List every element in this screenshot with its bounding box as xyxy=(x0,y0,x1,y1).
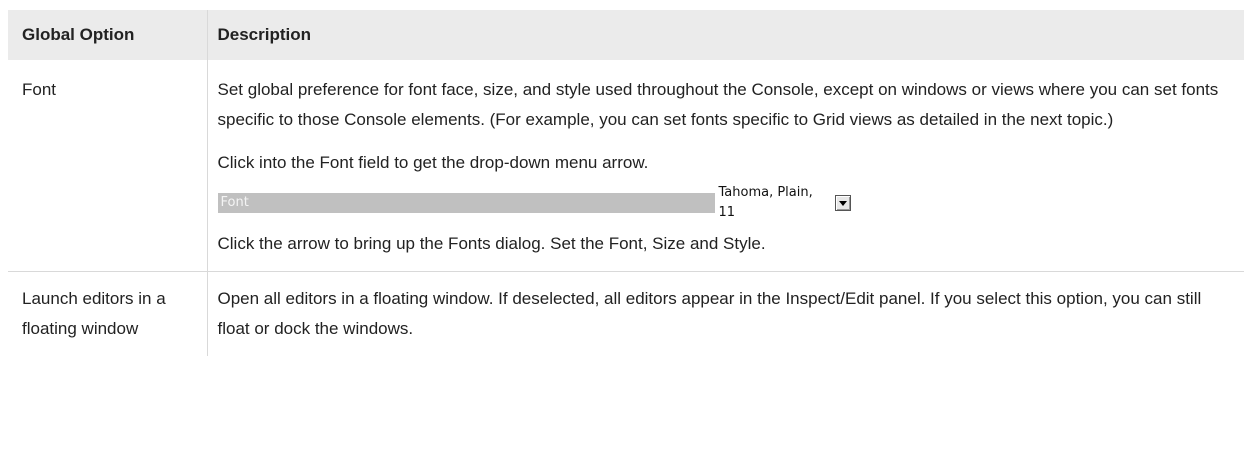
option-name-launch-editors: Launch editors in a floating window xyxy=(22,289,166,338)
font-field-value: Tahoma, Plain, 11 xyxy=(718,185,813,220)
description-paragraph: Set global preference for font face, siz… xyxy=(217,80,1219,129)
table-row: Font Set global preference for font face… xyxy=(8,60,1244,272)
option-name-font: Font xyxy=(8,60,207,272)
description-paragraph: Open all editors in a floating window. I… xyxy=(217,289,1202,338)
column-header-global-option: Global Option xyxy=(8,10,207,60)
description-paragraph: Click into the Font field to get the dro… xyxy=(217,153,649,172)
option-description: Set global preference for font face, siz… xyxy=(206,60,1244,272)
global-options-table: Global Option Description Font Set globa… xyxy=(8,10,1244,356)
font-field-screenshot: Font Tahoma, Plain, 11 xyxy=(217,185,1237,220)
table-row: Launch editors in a floating window Open… xyxy=(8,271,1244,356)
option-description: Open all editors in a floating window. I… xyxy=(206,271,1244,356)
table-header-row: Global Option Description xyxy=(8,10,1244,60)
description-paragraph: Click the arrow to bring up the Fonts di… xyxy=(217,234,766,253)
column-header-description: Description xyxy=(206,10,1244,60)
font-field-label: Font xyxy=(217,193,715,213)
dropdown-arrow-icon xyxy=(834,195,851,211)
